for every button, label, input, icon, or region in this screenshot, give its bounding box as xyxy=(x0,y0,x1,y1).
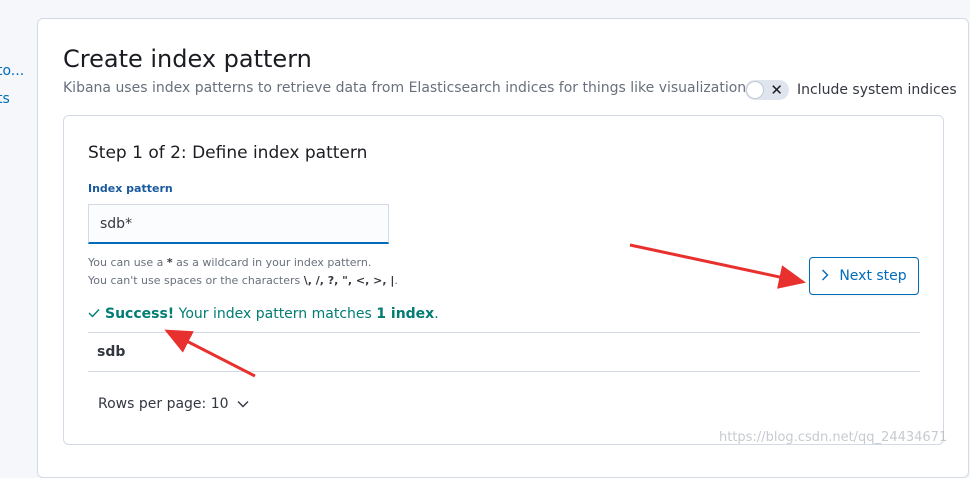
matching-indices-table: sdb xyxy=(88,332,920,372)
success-strong: Success! xyxy=(105,306,175,322)
check-icon xyxy=(88,307,100,322)
help-text: You can use a * as a wildcard in your in… xyxy=(88,254,398,290)
rows-per-page-label: Rows per page: 10 xyxy=(98,396,229,412)
chevron-down-icon xyxy=(237,397,249,411)
help-line-1: You can use a * as a wildcard in your in… xyxy=(88,256,372,269)
index-pattern-input[interactable] xyxy=(88,204,389,244)
step-panel: Step 1 of 2: Define index pattern Index … xyxy=(63,115,944,445)
toggle-label: Include system indices xyxy=(797,82,957,98)
create-index-pattern-panel: Create index pattern Kibana uses index p… xyxy=(37,18,969,478)
next-step-label: Next step xyxy=(839,268,907,284)
nav-item-truncated-1[interactable]: to... xyxy=(0,64,24,78)
success-count: 1 index xyxy=(376,306,435,322)
success-message: Success! Your index pattern matches 1 in… xyxy=(88,306,439,322)
rows-per-page-button[interactable]: Rows per page: 10 xyxy=(98,396,249,412)
chevron-right-icon xyxy=(821,269,829,284)
table-row: sdb xyxy=(88,333,920,372)
help-line-2: You can't use spaces or the characters \… xyxy=(88,274,398,287)
index-name: sdb xyxy=(97,344,126,360)
index-pattern-label: Index pattern xyxy=(88,182,173,195)
watermark: https://blog.csdn.net/qq_24434671 xyxy=(719,430,948,445)
toggle-switch[interactable]: ✕ xyxy=(745,80,789,100)
close-icon: ✕ xyxy=(770,81,783,99)
page-description: Kibana uses index patterns to retrieve d… xyxy=(63,80,758,96)
step-title: Step 1 of 2: Define index pattern xyxy=(88,143,368,163)
include-system-indices-toggle[interactable]: ✕ Include system indices xyxy=(745,79,957,101)
page-title: Create index pattern xyxy=(63,45,312,73)
success-text: Your index pattern matches xyxy=(174,306,377,322)
toggle-knob xyxy=(746,81,764,99)
next-step-button[interactable]: Next step xyxy=(809,257,919,295)
nav-item-truncated-2[interactable]: ts xyxy=(0,92,10,106)
